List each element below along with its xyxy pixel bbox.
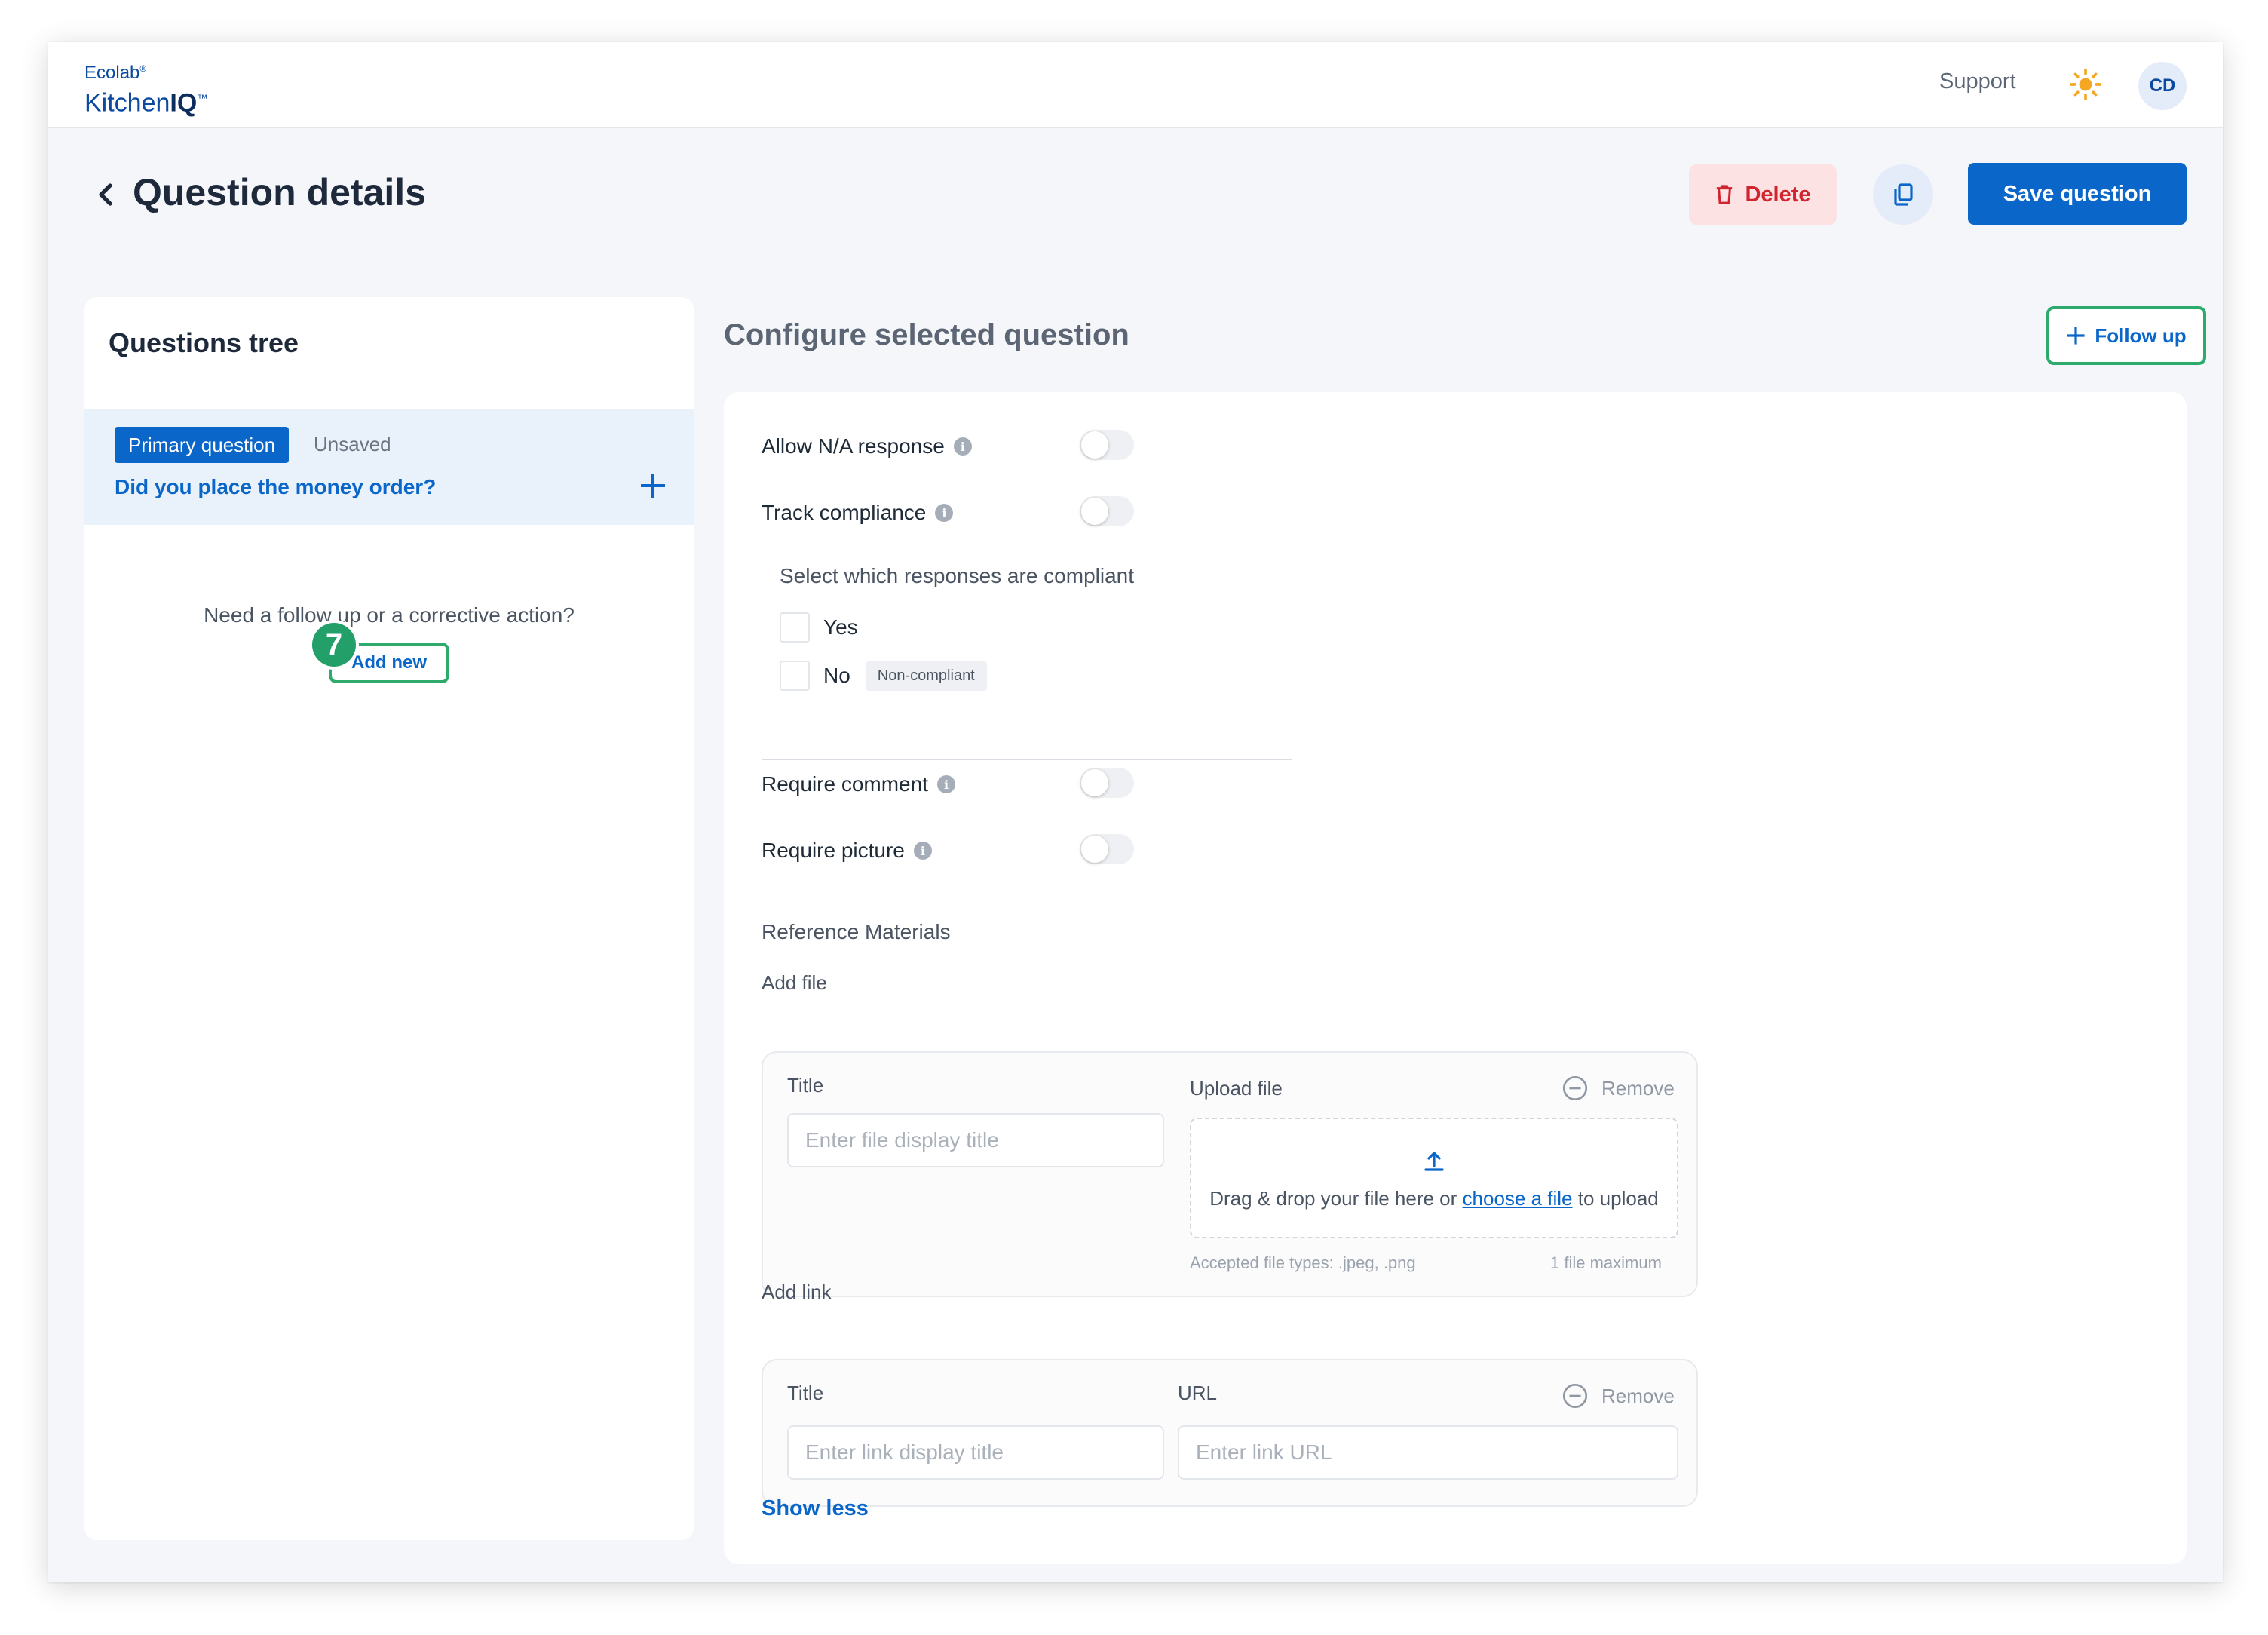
remove-link-button[interactable]: Remove: [1562, 1383, 1675, 1409]
require-comment-label: Require comment: [762, 772, 928, 796]
primary-question-badge: Primary question: [115, 427, 290, 463]
show-less-link[interactable]: Show less: [762, 1496, 869, 1521]
dropzone-text-end: to upload: [1577, 1187, 1659, 1210]
upload-icon: [1424, 1152, 1444, 1171]
remove-link-label: Remove: [1601, 1384, 1675, 1407]
configure-panel: Allow N/A response i Track compliance i …: [724, 392, 2187, 1564]
reference-materials-title: Reference Materials: [762, 920, 951, 943]
copy-icon: [1894, 183, 1913, 206]
yes-checkbox[interactable]: [780, 612, 810, 643]
save-question-button[interactable]: Save question: [1968, 163, 2187, 225]
info-icon[interactable]: i: [953, 437, 972, 456]
allow-na-toggle[interactable]: [1080, 430, 1134, 460]
duplicate-button[interactable]: [1873, 164, 1933, 225]
tree-question-text[interactable]: Did you place the money order?: [115, 475, 436, 499]
accepted-file-types: Accepted file types: .jpeg, .png: [1190, 1253, 1416, 1272]
response-option-yes[interactable]: Yes: [780, 612, 858, 643]
track-compliance-toggle[interactable]: [1080, 496, 1134, 526]
require-comment-row: Require comment i: [762, 772, 955, 796]
sun-icon[interactable]: [2069, 68, 2102, 101]
minus-circle-icon: [1562, 1075, 1588, 1101]
no-checkbox[interactable]: [780, 661, 810, 691]
link-title-input[interactable]: [787, 1425, 1164, 1480]
add-file-label: Add file: [762, 971, 827, 994]
delete-button[interactable]: Delete: [1689, 164, 1837, 225]
file-title-input[interactable]: [787, 1113, 1164, 1167]
questions-tree-title: Questions tree: [109, 327, 299, 358]
add-link-label: Add link: [762, 1281, 832, 1303]
minus-circle-icon: [1562, 1383, 1588, 1409]
logo-product-suffix: IQ: [170, 88, 198, 118]
support-link[interactable]: Support: [1939, 69, 2016, 94]
yes-label: Yes: [823, 615, 858, 639]
add-file-group: Title Upload file Remove Drag & drop you…: [762, 1051, 1698, 1297]
configure-title: Configure selected question: [724, 318, 1129, 351]
info-icon[interactable]: i: [935, 504, 954, 522]
remove-file-label: Remove: [1601, 1076, 1675, 1100]
add-child-plus-icon[interactable]: [639, 472, 667, 499]
require-picture-row: Require picture i: [762, 839, 932, 863]
add-link-group: Title URL Remove: [762, 1359, 1698, 1507]
max-files-hint: 1 file maximum: [1550, 1253, 1662, 1272]
logo-company: Ecolab: [84, 63, 140, 83]
response-option-no[interactable]: No Non-compliant: [780, 661, 987, 691]
plus-icon: [2067, 327, 2085, 345]
require-picture-label: Require picture: [762, 839, 905, 862]
follow-up-button[interactable]: Follow up: [2046, 306, 2206, 365]
require-comment-toggle[interactable]: [1080, 768, 1134, 798]
user-avatar[interactable]: CD: [2138, 62, 2187, 110]
non-compliant-badge: Non-compliant: [865, 661, 987, 691]
choose-file-link[interactable]: choose a file: [1463, 1187, 1573, 1210]
step-number-badge: 7: [312, 623, 356, 667]
compliance-prompt: Select which responses are compliant: [780, 564, 1135, 587]
upload-file-label: Upload file: [1190, 1077, 1283, 1100]
file-title-label: Title: [787, 1074, 824, 1097]
track-compliance-row: Track compliance i: [762, 501, 954, 525]
questions-tree-panel: Questions tree Primary question Unsaved …: [84, 297, 694, 1540]
no-label: No: [823, 664, 851, 687]
page-title: Question details: [133, 171, 426, 213]
link-url-input[interactable]: [1178, 1425, 1678, 1480]
delete-button-label: Delete: [1745, 182, 1811, 207]
back-chevron-icon[interactable]: [95, 181, 116, 208]
track-compliance-label: Track compliance: [762, 501, 927, 524]
link-title-label: Title: [787, 1382, 824, 1404]
info-icon[interactable]: i: [913, 842, 932, 860]
info-icon[interactable]: i: [936, 775, 955, 793]
url-label: URL: [1178, 1382, 1218, 1404]
remove-file-button[interactable]: Remove: [1562, 1075, 1675, 1101]
follow-up-prompt: Need a follow up or a corrective action?: [204, 603, 575, 627]
dropzone-text: Drag & drop your file here or: [1209, 1187, 1457, 1210]
tree-item-primary[interactable]: Primary question Unsaved Did you place t…: [84, 409, 694, 525]
follow-up-label: Follow up: [2095, 324, 2187, 347]
allow-na-row: Allow N/A response i: [762, 434, 972, 459]
unsaved-status: Unsaved: [314, 433, 391, 456]
top-bar: Ecolab® KitchenIQ™ Support CD: [48, 42, 2223, 128]
allow-na-label: Allow N/A response: [762, 434, 945, 458]
require-picture-toggle[interactable]: [1080, 834, 1134, 864]
app-logo[interactable]: Ecolab® KitchenIQ™: [84, 59, 207, 118]
trash-icon: [1717, 185, 1733, 204]
logo-product-prefix: Kitchen: [84, 88, 170, 118]
app-window: Ecolab® KitchenIQ™ Support CD Question d…: [48, 42, 2223, 1582]
divider: [762, 759, 1292, 760]
file-dropzone[interactable]: Drag & drop your file here or choose a f…: [1190, 1118, 1678, 1238]
